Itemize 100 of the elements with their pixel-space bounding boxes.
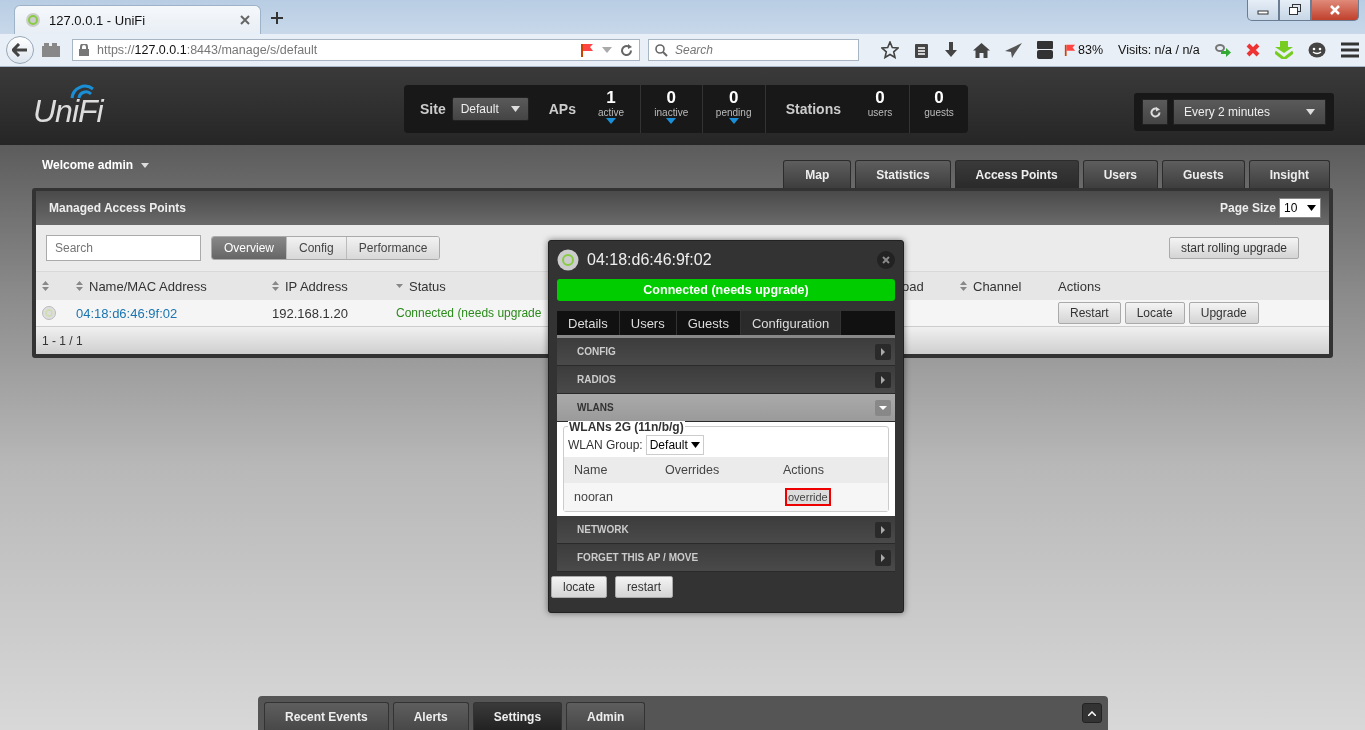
action-button[interactable]: Locate bbox=[1124, 302, 1185, 324]
override-button[interactable]: override bbox=[785, 488, 831, 506]
column-header: Actions bbox=[783, 463, 825, 477]
caret-icon bbox=[1307, 205, 1316, 211]
status-dot-icon bbox=[25, 12, 41, 28]
stat-label: active bbox=[597, 107, 624, 118]
flag-icon bbox=[1064, 43, 1076, 57]
chat-icon[interactable] bbox=[1307, 41, 1326, 59]
accordion-header[interactable]: WLANS bbox=[557, 394, 895, 422]
menu-icon[interactable] bbox=[1340, 42, 1359, 58]
close-icon bbox=[1329, 5, 1341, 15]
rolling-upgrade-button[interactable]: start rolling upgrade bbox=[1168, 237, 1299, 259]
search-field[interactable]: Search bbox=[648, 39, 859, 61]
clipboard-icon[interactable] bbox=[914, 41, 929, 59]
view-tab[interactable]: Performance bbox=[345, 237, 440, 259]
wlan-group-label: WLAN Group: bbox=[568, 438, 643, 452]
accordion-header[interactable]: CONFIG bbox=[557, 338, 895, 366]
site-dropdown[interactable]: Default bbox=[451, 97, 529, 121]
accordion-header[interactable]: FORGET THIS AP / MOVE bbox=[557, 544, 895, 572]
caret-icon bbox=[141, 162, 150, 168]
stat-value: 1 bbox=[606, 89, 616, 107]
action-button[interactable]: Restart bbox=[1058, 302, 1121, 324]
accordion-header[interactable]: RADIOS bbox=[557, 366, 895, 394]
sort-icon[interactable] bbox=[76, 281, 83, 291]
flag-icon bbox=[580, 43, 594, 57]
stat-label: guests bbox=[924, 107, 954, 118]
caret-icon bbox=[1306, 109, 1315, 115]
nav-tab[interactable]: Map bbox=[783, 160, 852, 188]
reload-icon[interactable] bbox=[620, 43, 633, 57]
search-icon bbox=[655, 44, 668, 57]
stat-value: 0 bbox=[934, 89, 944, 107]
popup-button[interactable]: locate bbox=[551, 576, 608, 598]
accordion-header[interactable]: NETWORK bbox=[557, 516, 895, 544]
close-icon[interactable] bbox=[240, 15, 250, 25]
star-icon[interactable] bbox=[881, 41, 899, 59]
wlan-group-dropdown[interactable]: Default bbox=[645, 435, 704, 455]
user-menu[interactable]: Welcome admin bbox=[42, 158, 150, 172]
column-header[interactable]: Status bbox=[409, 278, 446, 294]
stat-value: 0 bbox=[666, 89, 676, 107]
site-label: Site bbox=[420, 101, 446, 117]
column-header[interactable]: IP Address bbox=[285, 278, 348, 294]
restore-icon bbox=[1289, 4, 1301, 16]
bottom-tab[interactable]: Recent Events bbox=[264, 702, 389, 730]
caret-icon[interactable] bbox=[728, 118, 739, 124]
page-size-dropdown[interactable]: 10 bbox=[1279, 198, 1321, 218]
column-header[interactable]: Name/MAC Address bbox=[89, 278, 207, 294]
caret-icon[interactable] bbox=[605, 118, 616, 124]
sort-icon[interactable] bbox=[960, 281, 967, 291]
table-cell: 192.168.1.20 bbox=[272, 305, 348, 321]
pagination-text: 1 - 1 / 1 bbox=[42, 333, 83, 348]
stat-label: users bbox=[867, 107, 893, 118]
download-icon[interactable] bbox=[944, 42, 958, 58]
device-link[interactable]: 04:18:d6:46:9f:02 bbox=[76, 305, 178, 321]
close-button[interactable] bbox=[1311, 0, 1359, 21]
popup-tab[interactable]: Configuration bbox=[740, 311, 842, 335]
home-icon[interactable] bbox=[973, 42, 990, 58]
column-header[interactable]: Channel bbox=[973, 278, 1022, 294]
new-tab-icon[interactable] bbox=[271, 12, 283, 24]
paper-plane-icon[interactable] bbox=[1005, 42, 1022, 58]
minimize-button[interactable] bbox=[1247, 0, 1279, 21]
view-tab[interactable]: Config bbox=[286, 237, 346, 259]
nav-tab[interactable]: Access Points bbox=[954, 160, 1079, 188]
column-header: Overrides bbox=[665, 463, 721, 477]
link-icon[interactable] bbox=[1214, 43, 1231, 57]
bottom-tab[interactable]: Settings bbox=[472, 702, 563, 730]
refresh-icon bbox=[1149, 106, 1161, 118]
back-button[interactable] bbox=[6, 36, 34, 64]
popup-button[interactable]: restart bbox=[615, 576, 674, 598]
column-header[interactable]: Actions bbox=[1058, 278, 1101, 294]
sort-icon[interactable] bbox=[42, 281, 49, 291]
status-dot-icon bbox=[42, 306, 56, 320]
bottom-tab[interactable]: Alerts bbox=[392, 702, 469, 730]
close-button[interactable] bbox=[877, 251, 895, 269]
chevron-up-icon bbox=[1088, 710, 1096, 716]
visits-counter: Visits: n/a / n/a bbox=[1118, 43, 1200, 57]
nav-tab[interactable]: Guests bbox=[1162, 160, 1245, 188]
refresh-interval-dropdown[interactable]: Every 2 minutes bbox=[1173, 99, 1326, 125]
action-button[interactable]: Upgrade bbox=[1188, 302, 1259, 324]
nav-tab[interactable]: Statistics bbox=[855, 160, 951, 188]
aps-label: APs bbox=[548, 101, 576, 117]
caret-icon[interactable] bbox=[666, 118, 677, 124]
search-field[interactable]: Search bbox=[46, 235, 201, 261]
nav-tab[interactable]: Users bbox=[1082, 160, 1158, 188]
bottom-tab[interactable]: Admin bbox=[566, 702, 646, 730]
nav-tab[interactable]: Insight bbox=[1248, 160, 1330, 188]
view-tab[interactable]: Overview bbox=[212, 237, 286, 259]
restore-button[interactable] bbox=[1279, 0, 1311, 21]
sort-icon[interactable] bbox=[272, 281, 279, 291]
wifi-arc-icon bbox=[69, 83, 95, 99]
wlan-name: nooran bbox=[574, 490, 614, 504]
page-size-label: Page Size bbox=[1219, 201, 1276, 215]
status-dot-icon bbox=[557, 249, 579, 271]
refresh-button[interactable] bbox=[1142, 99, 1168, 125]
sort-icon[interactable] bbox=[396, 284, 403, 288]
zoom-level[interactable]: 83% bbox=[1064, 43, 1104, 57]
url-field[interactable]: https://127.0.0.1:8443/manage/s/default bbox=[72, 39, 640, 61]
status-banner: Connected (needs upgrade) bbox=[557, 279, 895, 301]
cross-icon[interactable] bbox=[1245, 43, 1260, 57]
expand-button[interactable] bbox=[1082, 703, 1102, 723]
browser-tab[interactable]: 127.0.0.1 - UniFi bbox=[14, 5, 261, 34]
